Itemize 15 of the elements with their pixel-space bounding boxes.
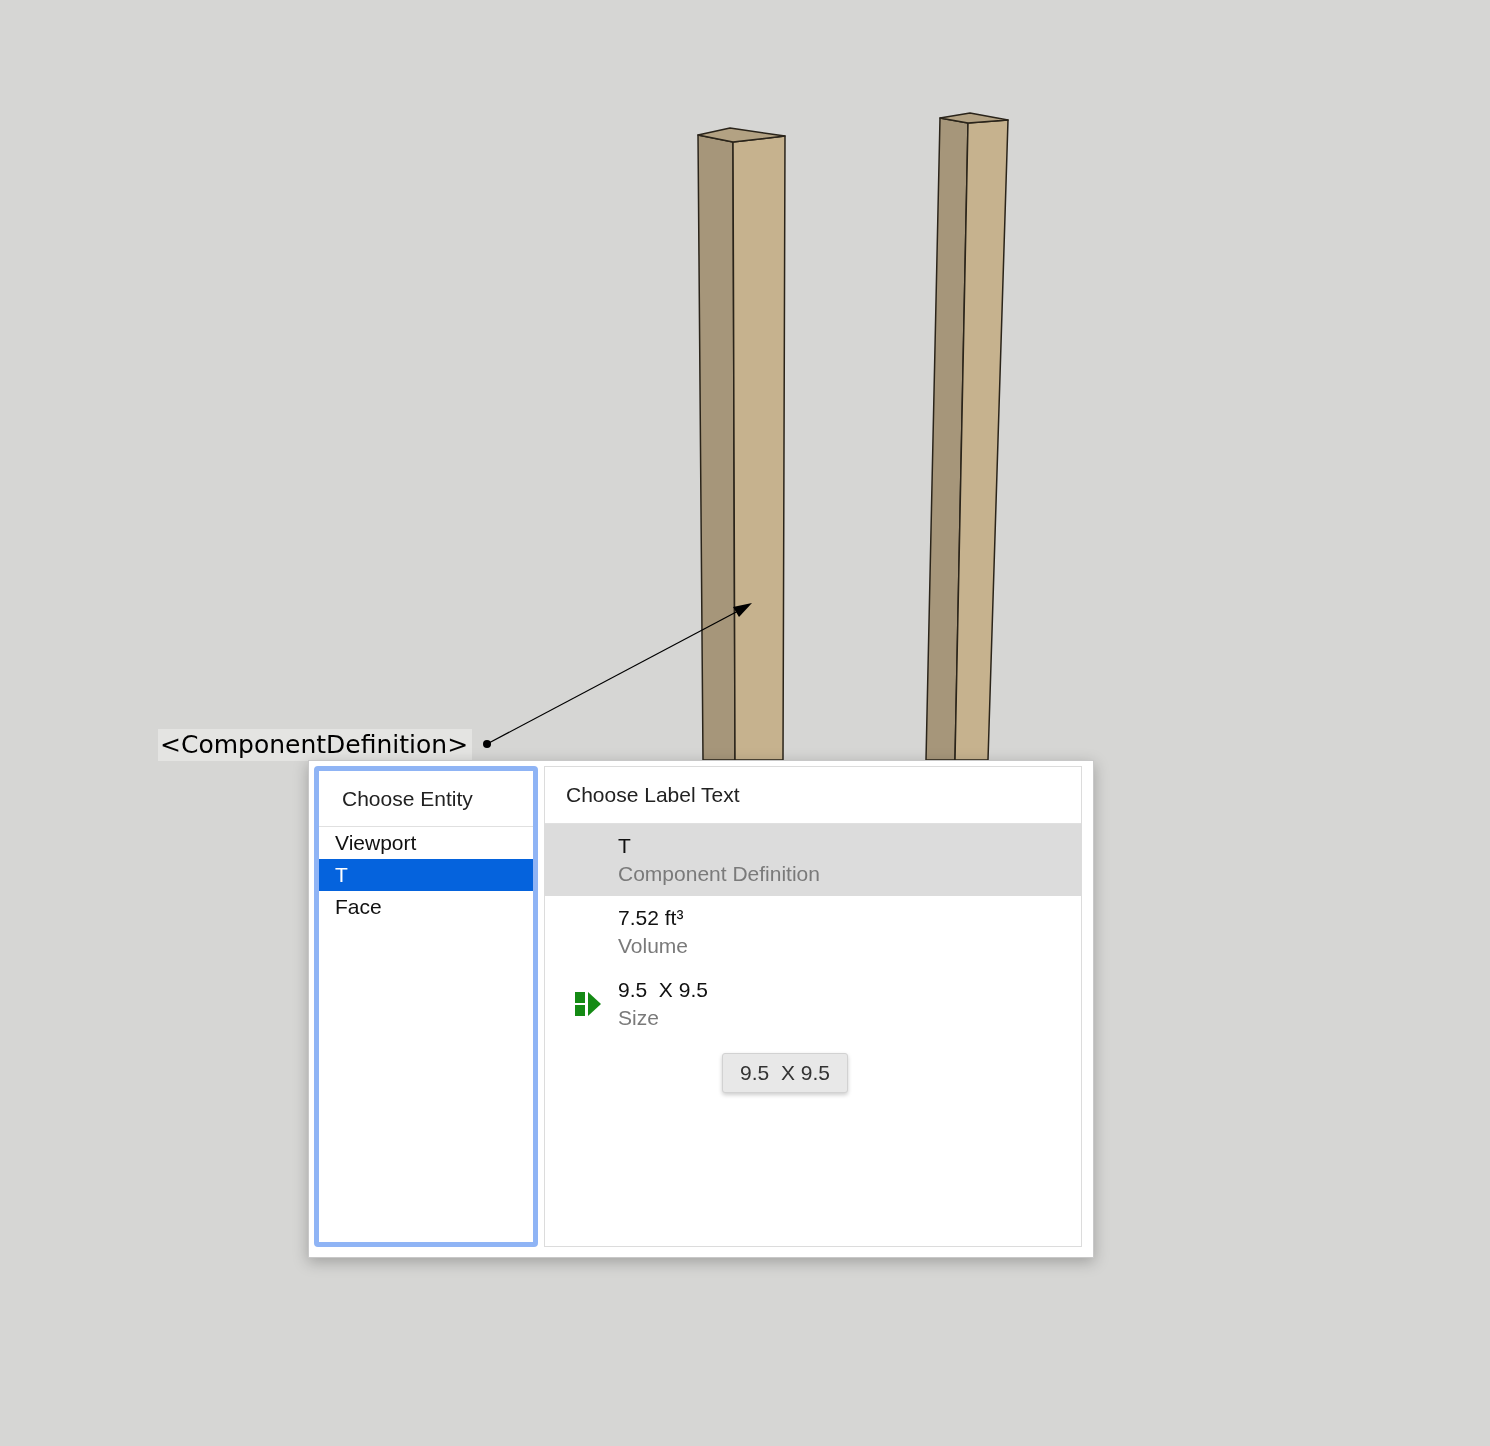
option-caption: Volume (618, 933, 689, 959)
entity-list-item[interactable]: T (319, 859, 533, 891)
option-value: 7.52 ft³ (618, 905, 685, 931)
label-option-row[interactable]: T Component Definition (545, 824, 1081, 896)
entity-list-item[interactable]: Face (319, 891, 533, 923)
label-option-row[interactable]: 9.5 X 9.5 Size (545, 968, 1081, 1040)
option-value: T (618, 833, 632, 859)
leader-label: <ComponentDefinition> (158, 729, 473, 761)
label-option-row[interactable]: 7.52 ft³ Volume (545, 896, 1081, 968)
entity-list-item[interactable]: Viewport (319, 827, 533, 859)
option-caption: Component Definition (618, 861, 820, 887)
option-caption: Size (618, 1005, 660, 1031)
entity-panel-title: Choose Entity (319, 771, 533, 827)
option-value: 9.5 X 9.5 (618, 977, 708, 1003)
tooltip: 9.5 X 9.5 (722, 1053, 848, 1093)
